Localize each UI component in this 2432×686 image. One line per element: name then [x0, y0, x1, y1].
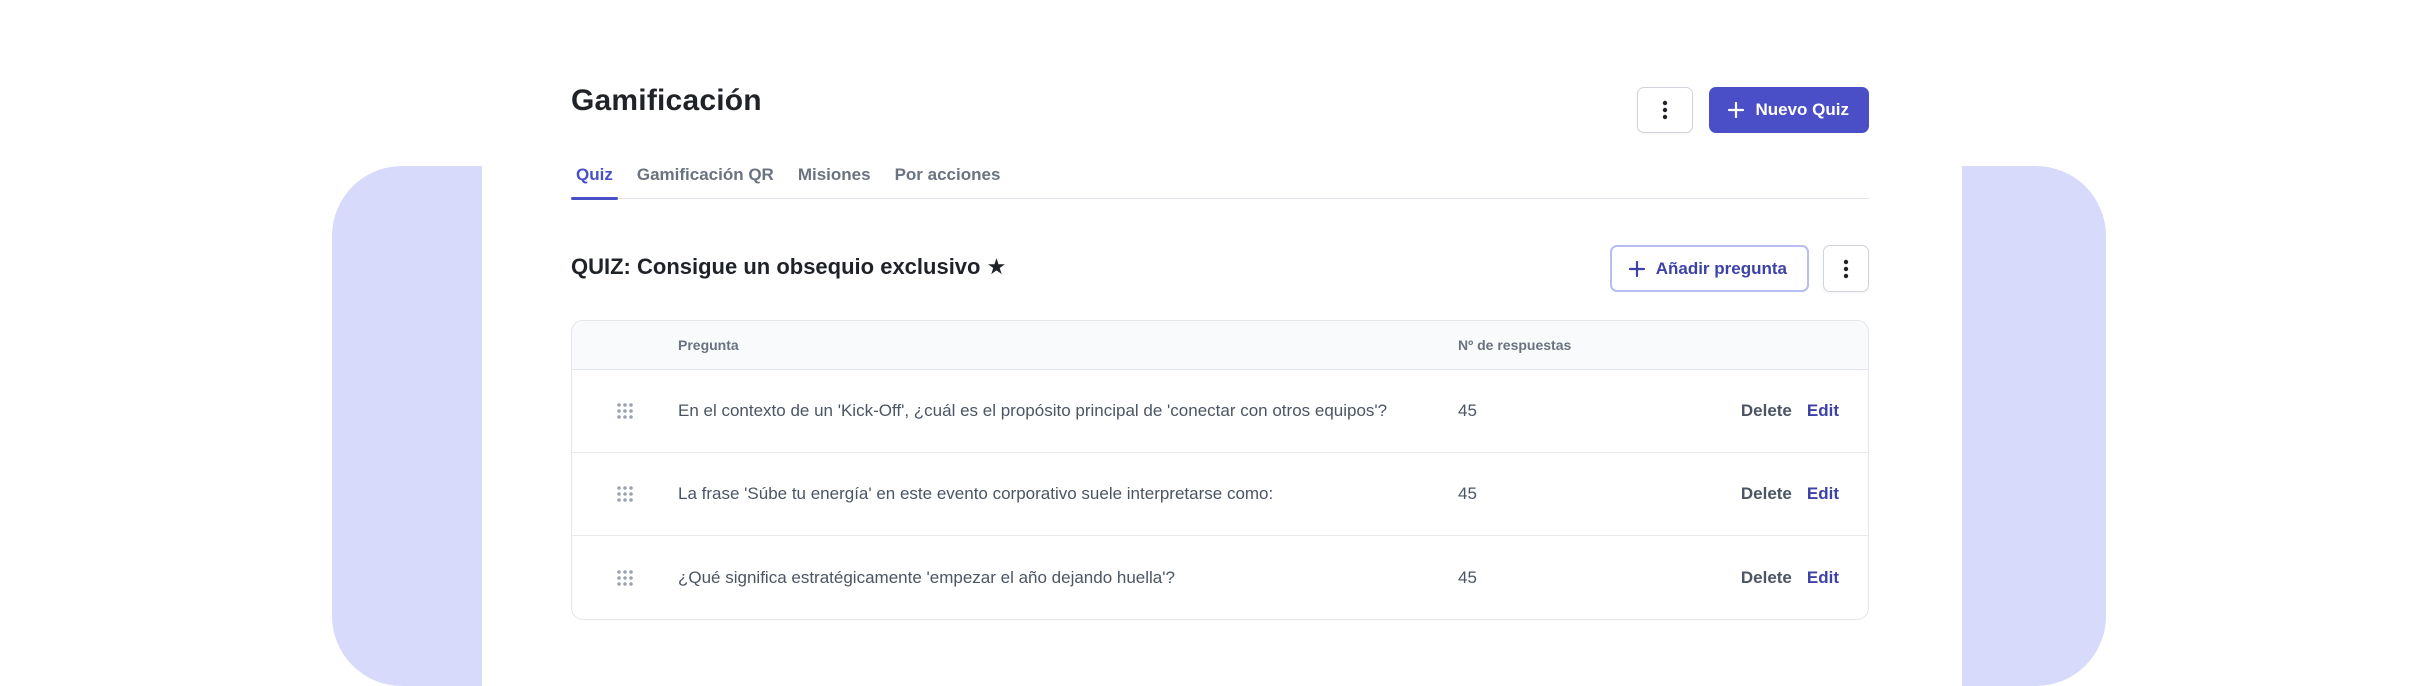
- plus-icon: [1728, 101, 1745, 119]
- drag-handle[interactable]: [572, 402, 678, 420]
- drag-handle[interactable]: [572, 569, 678, 587]
- column-header-responses: Nº de respuestas: [1458, 337, 1572, 353]
- page-title: Gamificación: [571, 84, 762, 117]
- drag-grip-icon: [617, 403, 633, 419]
- row-actions: Delete Edit: [1658, 568, 1868, 588]
- vertical-dots-icon: [1843, 259, 1849, 278]
- delete-button[interactable]: Delete: [1741, 401, 1792, 421]
- edit-button[interactable]: Edit: [1807, 401, 1839, 421]
- row-actions: Delete Edit: [1658, 401, 1868, 421]
- edit-button[interactable]: Edit: [1807, 568, 1839, 588]
- delete-button[interactable]: Delete: [1741, 484, 1792, 504]
- plus-icon: [1628, 260, 1645, 277]
- add-question-button[interactable]: Añadir pregunta: [1609, 245, 1809, 292]
- edit-button[interactable]: Edit: [1807, 484, 1839, 504]
- tab-quiz[interactable]: Quiz: [571, 156, 618, 200]
- new-quiz-label: Nuevo Quiz: [1755, 100, 1849, 119]
- header-actions: Nuevo Quiz: [1637, 87, 1869, 133]
- table-row: En el contexto de un 'Kick-Off', ¿cuál e…: [572, 370, 1868, 453]
- tab-bar: Quiz Gamificación QR Misiones Por accion…: [571, 156, 1869, 200]
- table-row: La frase 'Súbe tu energía' en este event…: [572, 453, 1868, 536]
- question-text: La frase 'Súbe tu energía' en este event…: [678, 484, 1274, 503]
- more-options-button[interactable]: [1637, 87, 1694, 133]
- question-text: ¿Qué significa estratégicamente 'empezar…: [678, 567, 1175, 587]
- responses-count: 45: [1458, 401, 1477, 420]
- responses-count: 45: [1458, 484, 1477, 503]
- question-text: En el contexto de un 'Kick-Off', ¿cuál e…: [678, 401, 1388, 420]
- delete-button[interactable]: Delete: [1741, 568, 1792, 588]
- main-content: Gamificación Nuevo Quiz Quiz Gamificació…: [571, 0, 1869, 642]
- tab-por-acciones[interactable]: Por acciones: [890, 156, 1006, 199]
- drag-grip-icon: [617, 569, 633, 586]
- row-actions: Delete Edit: [1658, 484, 1868, 504]
- new-quiz-button[interactable]: Nuevo Quiz: [1709, 87, 1869, 133]
- quiz-title: QUIZ: Consigue un obsequio exclusivo ★: [571, 254, 1007, 279]
- questions-table: Pregunta Nº de respuestas En el contexto…: [571, 320, 1869, 620]
- drag-handle[interactable]: [572, 485, 678, 503]
- quiz-actions: Añadir pregunta: [1609, 245, 1869, 292]
- vertical-dots-icon: [1663, 100, 1668, 120]
- tab-gamificacion-qr[interactable]: Gamificación QR: [632, 156, 779, 199]
- tab-misiones[interactable]: Misiones: [793, 156, 876, 199]
- table-header: Pregunta Nº de respuestas: [572, 321, 1868, 370]
- responses-count: 45: [1458, 567, 1477, 587]
- column-header-question: Pregunta: [678, 337, 739, 353]
- table-row: ¿Qué significa estratégicamente 'empezar…: [572, 536, 1868, 619]
- quiz-more-options-button[interactable]: [1823, 245, 1869, 292]
- drag-grip-icon: [617, 486, 633, 502]
- add-question-label: Añadir pregunta: [1655, 258, 1787, 278]
